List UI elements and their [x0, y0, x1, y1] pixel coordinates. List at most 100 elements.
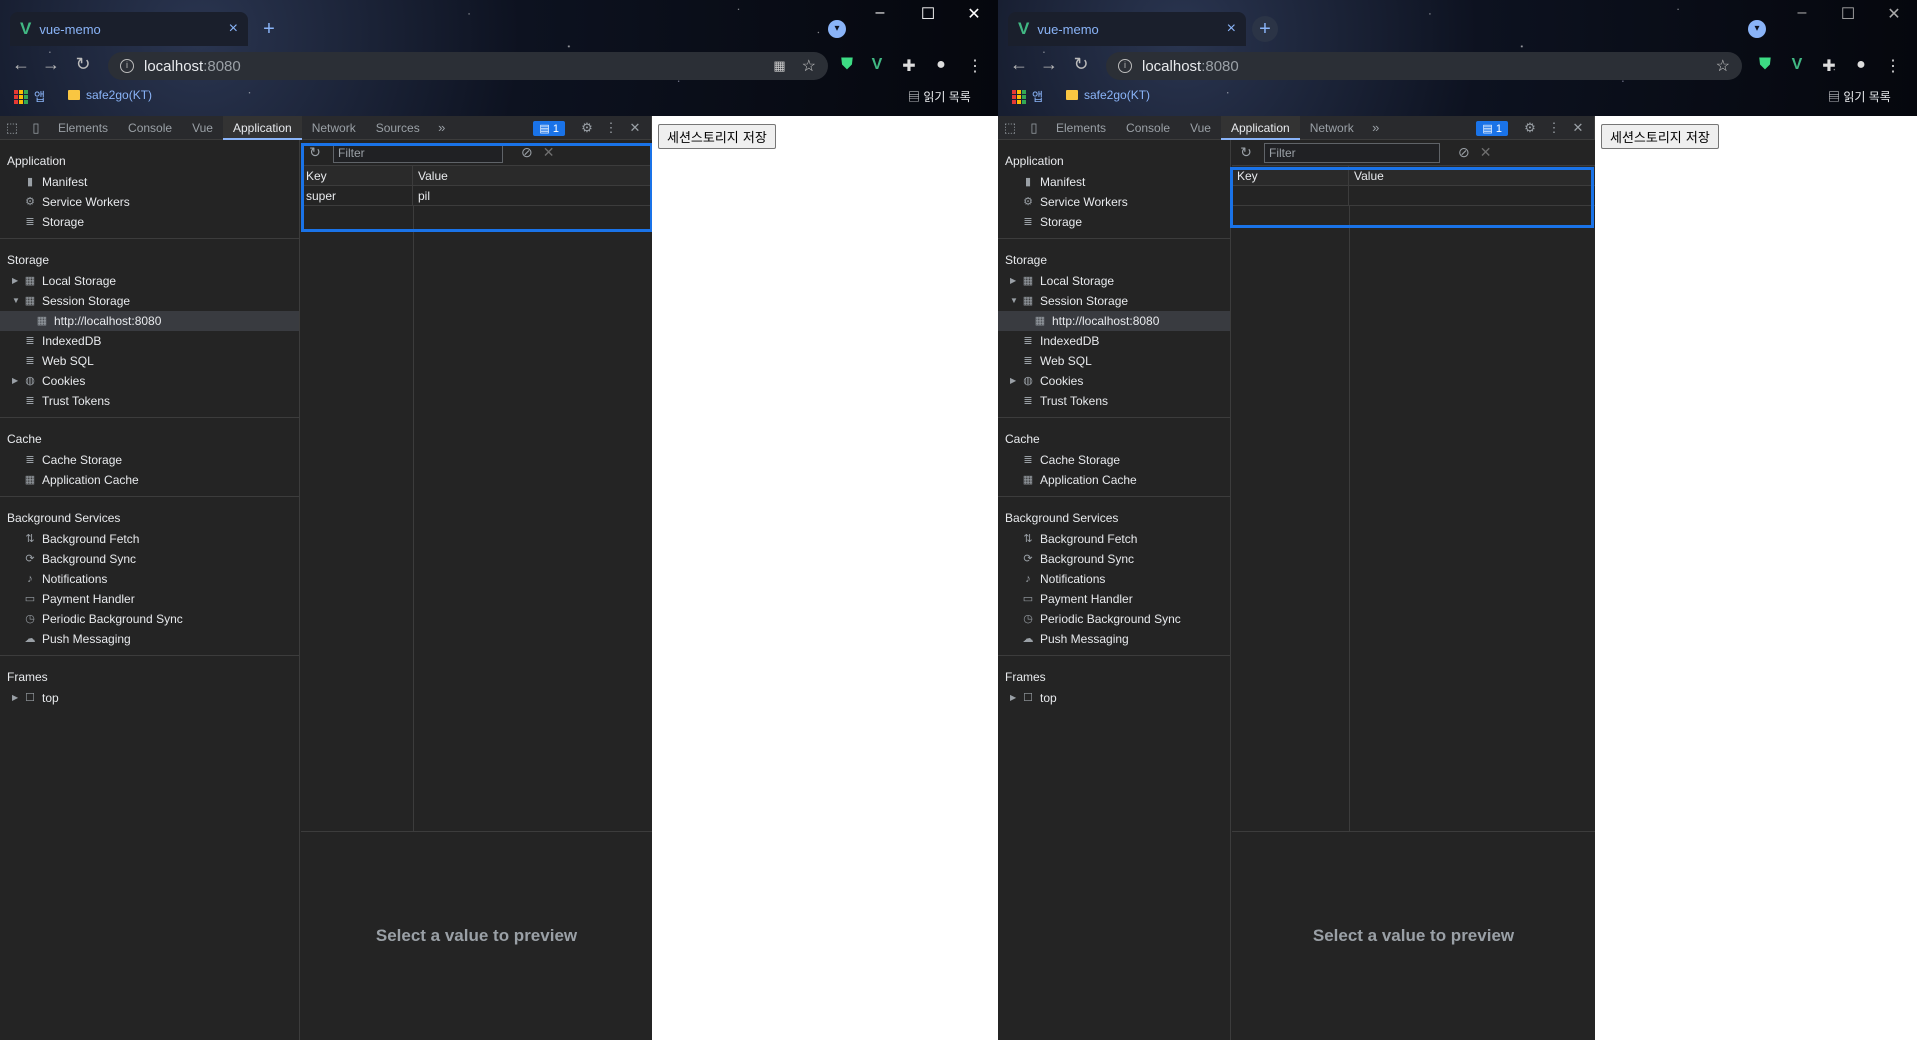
vue-devtools-extension-icon[interactable]: V	[866, 56, 888, 74]
apps-bookmark[interactable]: 앱	[1012, 88, 1043, 105]
tab-sources[interactable]: Sources	[366, 116, 430, 140]
sidebar-item-background-fetch[interactable]: ⇅ Background Fetch	[0, 529, 299, 549]
sidebar-item-local-storage[interactable]: ▶ ▦ Local Storage	[0, 271, 299, 291]
sidebar-item-background-sync[interactable]: ⟳ Background Sync	[998, 549, 1230, 569]
settings-gear-icon[interactable]: ⚙	[575, 120, 599, 136]
more-tabs-icon[interactable]: »	[430, 120, 454, 135]
sidebar-item-application-cache[interactable]: ▦ Application Cache	[998, 470, 1230, 490]
shield-extension-icon[interactable]: ⛊	[1754, 56, 1776, 74]
expand-arrow-icon[interactable]: ▶	[1010, 371, 1016, 391]
sidebar-item-cookies[interactable]: ▶ ◍ Cookies	[0, 371, 299, 391]
sidebar-item-payment-handler[interactable]: ▭ Payment Handler	[0, 589, 299, 609]
tab-network[interactable]: Network	[1300, 116, 1364, 140]
reading-list[interactable]: ▤ 읽기 목록	[908, 88, 971, 105]
clear-all-icon[interactable]: ⊘	[521, 144, 533, 161]
maximize-button[interactable]: ☐	[916, 4, 940, 24]
tab-vue[interactable]: Vue	[182, 116, 223, 140]
save-session-storage-button[interactable]: 세션스토리지 저장	[658, 124, 776, 149]
tab-network[interactable]: Network	[302, 116, 366, 140]
column-value-header[interactable]: Value	[413, 166, 652, 185]
tab-elements[interactable]: Elements	[1046, 116, 1116, 140]
expand-arrow-icon[interactable]: ▶	[12, 371, 18, 391]
vue-devtools-extension-icon[interactable]: V	[1786, 56, 1808, 74]
sidebar-item-manifest[interactable]: ▮ Manifest	[0, 172, 299, 192]
tab-application[interactable]: Application	[1220, 115, 1300, 140]
collapse-arrow-icon[interactable]: ▼	[12, 291, 20, 311]
sidebar-item-application-cache[interactable]: ▦ Application Cache	[0, 470, 299, 490]
tab-application[interactable]: Application	[222, 115, 302, 140]
sidebar-item-top-frame[interactable]: ▶ ☐ top	[998, 688, 1230, 708]
new-tab-button[interactable]: +	[1252, 16, 1278, 42]
sidebar-item-periodic-background-sync[interactable]: ◷ Periodic Background Sync	[998, 609, 1230, 629]
expand-arrow-icon[interactable]: ▶	[1010, 271, 1016, 291]
info-icon[interactable]: i	[120, 59, 134, 73]
sidebar-item-service-workers[interactable]: ⚙ Service Workers	[0, 192, 299, 212]
devtools-menu-icon[interactable]: ⋮	[599, 120, 623, 136]
expand-arrow-icon[interactable]: ▶	[12, 271, 18, 291]
forward-icon[interactable]: →	[1038, 54, 1060, 75]
tab-console[interactable]: Console	[118, 116, 182, 140]
device-toolbar-icon[interactable]: ▯	[1022, 120, 1046, 136]
sidebar-item-storage[interactable]: ≣ Storage	[998, 212, 1230, 232]
sidebar-item-manifest[interactable]: ▮ Manifest	[998, 172, 1230, 192]
reading-list[interactable]: ▤ 읽기 목록	[1828, 88, 1891, 105]
tab-console[interactable]: Console	[1116, 116, 1180, 140]
sidebar-item-cache-storage[interactable]: ≣ Cache Storage	[0, 450, 299, 470]
inspect-element-icon[interactable]: ⬚	[0, 120, 24, 136]
sidebar-item-trust-tokens[interactable]: ≣ Trust Tokens	[0, 391, 299, 411]
column-key-header[interactable]: Key	[1232, 166, 1349, 185]
more-tabs-icon[interactable]: »	[1364, 120, 1388, 135]
bookmark-star-icon[interactable]: ☆	[802, 56, 816, 76]
sidebar-item-background-fetch[interactable]: ⇅ Background Fetch	[998, 529, 1230, 549]
shield-extension-icon[interactable]: ⛊	[836, 56, 858, 74]
close-tab-icon[interactable]: ×	[1227, 20, 1236, 38]
sidebar-item-push-messaging[interactable]: ☁ Push Messaging	[998, 629, 1230, 649]
tab-vue[interactable]: Vue	[1180, 116, 1221, 140]
sidebar-item-session-storage[interactable]: ▼ ▦ Session Storage	[998, 291, 1230, 311]
back-icon[interactable]: ←	[1008, 54, 1030, 75]
sidebar-item-storage[interactable]: ≣ Storage	[0, 212, 299, 232]
delete-selected-icon[interactable]: ✕	[1480, 144, 1492, 161]
new-tab-button[interactable]: +	[256, 16, 282, 42]
tab-search-icon[interactable]: ▾	[1748, 20, 1766, 38]
extensions-puzzle-icon[interactable]: ✚	[898, 56, 920, 76]
sidebar-item-top-frame[interactable]: ▶ ☐ top	[0, 688, 299, 708]
sidebar-item-cookies[interactable]: ▶ ◍ Cookies	[998, 371, 1230, 391]
minimize-button[interactable]: –	[1790, 4, 1814, 22]
safe2go-bookmark[interactable]: safe2go(KT)	[68, 88, 152, 102]
reload-icon[interactable]: ↻	[72, 54, 94, 75]
device-toolbar-icon[interactable]: ▯	[24, 120, 48, 136]
sidebar-item-indexeddb[interactable]: ≣ IndexedDB	[998, 331, 1230, 351]
minimize-button[interactable]: –	[868, 4, 892, 22]
close-devtools-icon[interactable]: ✕	[623, 120, 647, 136]
sidebar-item-service-workers[interactable]: ⚙ Service Workers	[998, 192, 1230, 212]
messages-badge[interactable]: ▤ 1	[533, 120, 565, 136]
menu-dots-icon[interactable]: ⋮	[1882, 56, 1904, 76]
sidebar-item-trust-tokens[interactable]: ≣ Trust Tokens	[998, 391, 1230, 411]
forward-icon[interactable]: →	[40, 54, 62, 75]
sidebar-item-session-origin[interactable]: ▦ http://localhost:8080	[998, 311, 1230, 331]
back-icon[interactable]: ←	[10, 54, 32, 75]
sidebar-item-payment-handler[interactable]: ▭ Payment Handler	[998, 589, 1230, 609]
expand-arrow-icon[interactable]: ▶	[12, 688, 18, 708]
clear-all-icon[interactable]: ⊘	[1458, 144, 1470, 161]
table-row[interactable]: super pil	[301, 186, 652, 206]
close-window-button[interactable]: ✕	[962, 4, 986, 24]
address-bar[interactable]: i localhost:8080 ▦ ☆	[108, 52, 828, 80]
apps-bookmark[interactable]: 앱	[14, 88, 45, 105]
sidebar-item-background-sync[interactable]: ⟳ Background Sync	[0, 549, 299, 569]
sidebar-item-notifications[interactable]: ♪ Notifications	[998, 569, 1230, 589]
refresh-icon[interactable]: ↻	[1238, 144, 1254, 161]
close-window-button[interactable]: ✕	[1882, 4, 1906, 24]
messages-badge[interactable]: ▤ 1	[1476, 120, 1508, 136]
profile-icon[interactable]: ●	[930, 56, 952, 74]
sidebar-item-push-messaging[interactable]: ☁ Push Messaging	[0, 629, 299, 649]
sidebar-item-websql[interactable]: ≣ Web SQL	[998, 351, 1230, 371]
sidebar-item-websql[interactable]: ≣ Web SQL	[0, 351, 299, 371]
tab-elements[interactable]: Elements	[48, 116, 118, 140]
devtools-menu-icon[interactable]: ⋮	[1542, 120, 1566, 136]
filter-input[interactable]	[1264, 142, 1440, 163]
settings-gear-icon[interactable]: ⚙	[1518, 120, 1542, 136]
tab-search-icon[interactable]: ▾	[828, 20, 846, 38]
sidebar-item-periodic-background-sync[interactable]: ◷ Periodic Background Sync	[0, 609, 299, 629]
